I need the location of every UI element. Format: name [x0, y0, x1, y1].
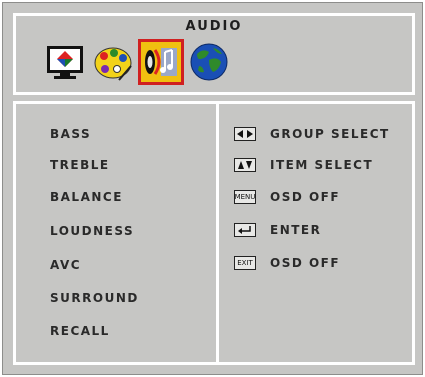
help-row-enter: ENTER — [234, 221, 321, 239]
menu-item-bass[interactable]: BASS — [50, 127, 91, 141]
panel-divider — [216, 104, 219, 362]
globe-icon — [190, 43, 228, 81]
help-row-group-select: GROUP SELECT — [234, 125, 390, 143]
help-row-item-select: ITEM SELECT — [234, 156, 373, 174]
menu-item-loudness[interactable]: LOUDNESS — [50, 224, 134, 238]
monitor-picture-icon — [47, 46, 83, 79]
enter-key-icon — [234, 223, 256, 237]
left-right-arrows-key-icon — [234, 127, 256, 141]
help-text: OSD OFF — [270, 190, 341, 204]
tab-color[interactable] — [93, 42, 133, 82]
menu-item-recall[interactable]: RECALL — [50, 324, 110, 338]
menu-item-balance[interactable]: BALANCE — [50, 190, 123, 204]
tab-picture[interactable] — [45, 42, 85, 82]
page-title: AUDIO — [185, 19, 243, 34]
help-text: ITEM SELECT — [270, 158, 374, 172]
content-panel: BASS TREBLE BALANCE LOUDNESS AVC SURROUN… — [13, 101, 415, 365]
menu-item-surround[interactable]: SURROUND — [50, 291, 139, 305]
help-text: ENTER — [270, 223, 322, 237]
tab-language[interactable] — [189, 42, 229, 82]
header-panel: AUDIO — [13, 13, 415, 95]
up-down-arrows-key-icon — [234, 158, 256, 172]
exit-key-icon: EXIT — [234, 256, 256, 270]
help-row-menu: MENU OSD OFF — [234, 188, 340, 206]
tab-audio[interactable] — [138, 39, 184, 85]
color-palette-icon — [94, 47, 132, 81]
help-text: OSD OFF — [270, 256, 341, 270]
menu-item-treble[interactable]: TREBLE — [50, 158, 110, 172]
menu-key-icon: MENU — [234, 190, 256, 204]
help-row-exit: EXIT OSD OFF — [234, 254, 340, 272]
menu-item-avc[interactable]: AVC — [50, 258, 81, 272]
osd-window: AUDIO BASS TREBLE BALANCE LOUDNESS AVC S… — [2, 2, 423, 375]
audio-speaker-icon — [141, 42, 181, 82]
help-text: GROUP SELECT — [270, 127, 390, 141]
